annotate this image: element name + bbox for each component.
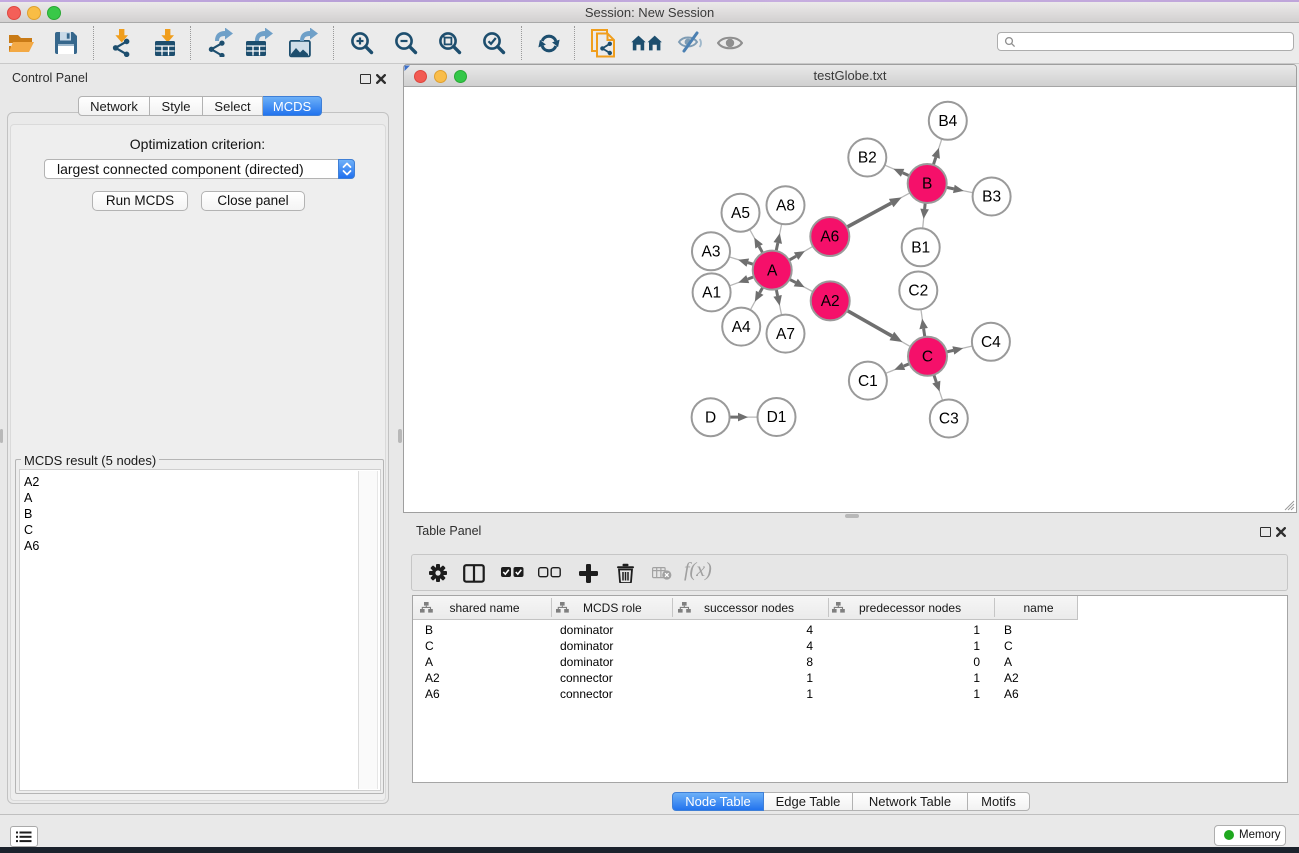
svg-text:D1: D1 xyxy=(767,409,787,426)
svg-text:C: C xyxy=(922,349,933,366)
svg-text:A5: A5 xyxy=(731,205,750,222)
svg-text:C3: C3 xyxy=(939,411,959,428)
svg-text:C2: C2 xyxy=(908,283,928,300)
svg-text:A7: A7 xyxy=(776,326,795,343)
svg-text:B: B xyxy=(922,176,932,193)
svg-text:B4: B4 xyxy=(938,113,957,130)
svg-text:A4: A4 xyxy=(732,319,751,336)
svg-text:A3: A3 xyxy=(702,244,721,261)
svg-text:B3: B3 xyxy=(982,189,1001,206)
svg-text:C4: C4 xyxy=(981,334,1001,351)
svg-text:B2: B2 xyxy=(858,150,877,167)
svg-text:A2: A2 xyxy=(821,293,840,310)
svg-text:D: D xyxy=(705,409,716,426)
svg-text:C1: C1 xyxy=(858,373,878,390)
svg-text:A8: A8 xyxy=(776,198,795,215)
svg-text:A: A xyxy=(767,262,778,279)
svg-text:B1: B1 xyxy=(911,240,930,257)
svg-text:A1: A1 xyxy=(702,285,721,302)
svg-text:A6: A6 xyxy=(820,229,839,246)
